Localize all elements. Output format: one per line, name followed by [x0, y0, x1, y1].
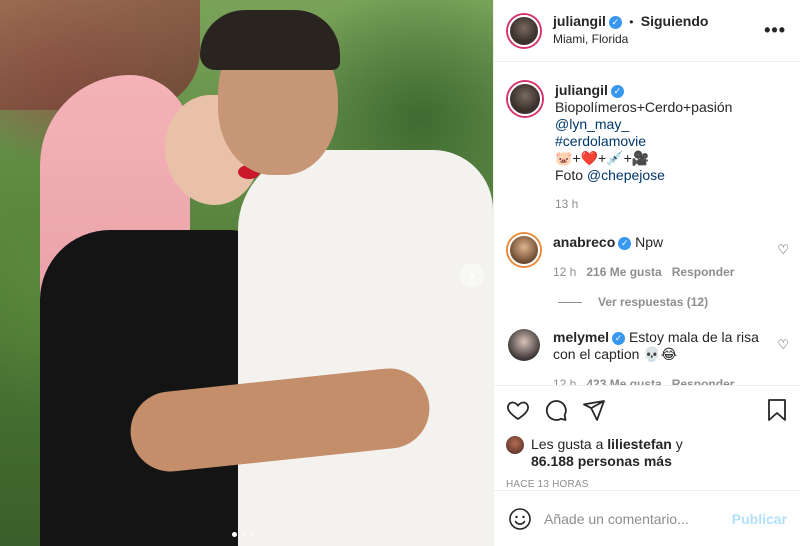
carousel-dot-active: [232, 532, 237, 537]
comment-body: melymel ✓ Estoy mala de la risa con el ca…: [553, 329, 773, 385]
post-timestamp[interactable]: HACE 13 HORAS: [506, 479, 789, 490]
carousel-dots: [232, 532, 255, 537]
comment-reply-button[interactable]: Responder: [672, 377, 735, 385]
commenter-avatar[interactable]: [508, 234, 540, 266]
header-info: juliangil ✓ • Siguiendo Miami, Florida: [553, 13, 708, 48]
comment-like-heart-icon[interactable]: ♡: [777, 242, 789, 258]
verified-badge-icon: ✓: [618, 236, 632, 250]
likes-text: Les gusta a liliestefan y 86.188 persona…: [531, 436, 683, 470]
photo-credit-prefix: Foto: [555, 167, 584, 183]
commenter-avatar[interactable]: [508, 329, 540, 361]
comment-item: melymel ✓ Estoy mala de la risa con el ca…: [494, 329, 800, 385]
share-paper-plane-icon[interactable]: [582, 398, 606, 422]
emoji-smiley-icon[interactable]: [508, 507, 532, 531]
action-icons: [506, 396, 789, 424]
commenter-username[interactable]: anabreco: [553, 234, 615, 250]
likes-count[interactable]: 86.188 personas más: [531, 453, 672, 469]
comment-body: anabreco ✓ Npw 12 h 216 Me gusta Responder: [553, 234, 773, 281]
header-separator: •: [629, 15, 634, 29]
comment-input[interactable]: [544, 510, 732, 527]
carousel-dot: [241, 532, 246, 537]
verified-badge-icon: ✓: [608, 16, 622, 30]
publish-button[interactable]: Publicar: [732, 511, 787, 527]
replies-line: [558, 301, 582, 303]
commenter-username[interactable]: melymel: [553, 329, 609, 345]
caption-username[interactable]: juliangil: [555, 82, 608, 98]
liker-avatar[interactable]: [506, 436, 524, 454]
more-options-icon[interactable]: •••: [764, 20, 786, 41]
save-bookmark-icon[interactable]: [765, 398, 789, 422]
comment-meta: 12 h 216 Me gusta Responder: [553, 264, 773, 281]
comment-time[interactable]: 12 h: [553, 377, 576, 385]
caption-author-avatar[interactable]: [508, 82, 542, 116]
comment-meta: 12 h 423 Me gusta Responder: [553, 376, 773, 385]
author-avatar[interactable]: [508, 14, 540, 47]
post-caption-block: juliangil ✓ Biopolímeros+Cerdo+pasión @ly…: [494, 62, 800, 213]
hashtag-link[interactable]: #cerdolamovie: [555, 133, 732, 150]
post-caption: juliangil ✓ Biopolímeros+Cerdo+pasión @ly…: [555, 82, 732, 213]
comment-like-heart-icon[interactable]: ♡: [777, 337, 789, 353]
likes-prefix: Les gusta a: [531, 436, 604, 452]
comment-likes[interactable]: 216 Me gusta: [586, 265, 661, 279]
verified-badge-icon: ✓: [612, 331, 626, 345]
author-username[interactable]: juliangil: [553, 13, 606, 29]
comment-likes[interactable]: 423 Me gusta: [586, 377, 661, 385]
view-replies-label[interactable]: Ver respuestas (12): [598, 295, 708, 309]
comments-scroll-area[interactable]: juliangil ✓ Biopolímeros+Cerdo+pasión @ly…: [494, 62, 800, 385]
caption-emoji-line: 🐷+❤️+💉+🎥: [555, 150, 650, 166]
post-photo[interactable]: ›: [0, 0, 493, 546]
likes-connector: y: [675, 436, 683, 452]
caption-time[interactable]: 13 h: [555, 196, 732, 213]
verified-badge-icon: ✓: [610, 84, 624, 98]
caption-line: Biopolímeros+Cerdo+pasión: [555, 99, 733, 115]
photo-man-hair: [200, 10, 340, 70]
comment-reply-button[interactable]: Responder: [672, 265, 735, 279]
following-button[interactable]: Siguiendo: [641, 13, 709, 29]
liker-username[interactable]: liliestefan: [607, 436, 672, 452]
comment-item: anabreco ✓ Npw 12 h 216 Me gusta Responder …: [494, 234, 800, 281]
photo-credit-link[interactable]: @chepejose: [587, 167, 665, 183]
likes-summary: Les gusta a liliestefan y 86.188 persona…: [506, 436, 789, 470]
mention-link[interactable]: @lyn_may_: [555, 116, 732, 133]
comment-time[interactable]: 12 h: [553, 265, 576, 279]
comment-bubble-icon[interactable]: [544, 398, 568, 422]
post-sidebar: juliangil ✓ • Siguiendo Miami, Florida ••…: [493, 0, 800, 546]
post-header: juliangil ✓ • Siguiendo Miami, Florida ••…: [494, 0, 800, 62]
comment-text: Npw: [635, 234, 664, 250]
carousel-dot: [250, 532, 255, 537]
carousel-next-button[interactable]: ›: [460, 263, 484, 287]
post-location[interactable]: Miami, Florida: [553, 31, 708, 48]
like-heart-icon[interactable]: [506, 398, 530, 422]
add-comment-bar: Publicar: [494, 490, 800, 546]
photo-man-shirt: [238, 150, 493, 546]
view-replies-button[interactable]: Ver respuestas (12): [494, 281, 800, 309]
